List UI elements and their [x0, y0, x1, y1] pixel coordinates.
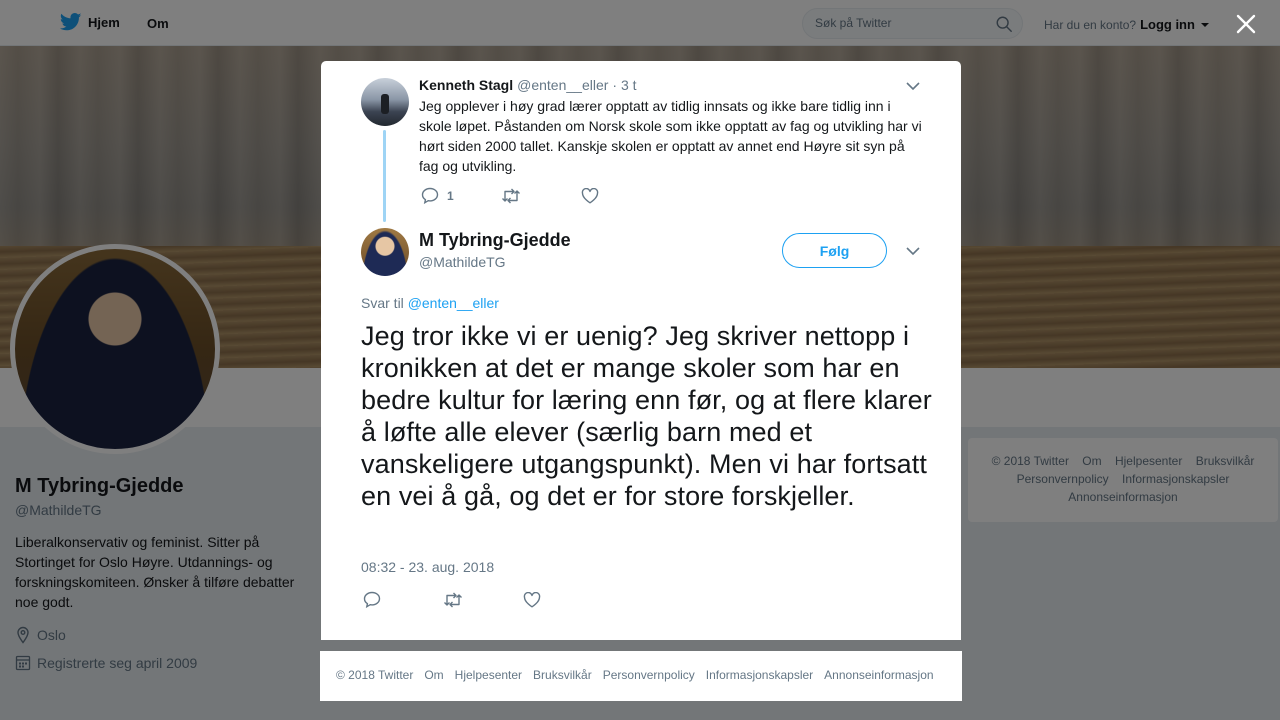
- retweet-button[interactable]: [501, 188, 581, 204]
- main-tweet-avatar[interactable]: [361, 228, 409, 276]
- like-button[interactable]: [581, 187, 599, 204]
- footer-copyright: © 2018 Twitter: [336, 668, 414, 682]
- parent-tweet-author[interactable]: Kenneth Stagl: [419, 77, 513, 93]
- follow-button[interactable]: Følg: [782, 233, 887, 268]
- tweet-timestamp[interactable]: 08:32 - 23. aug. 2018: [361, 559, 494, 575]
- footer-link[interactable]: Om: [424, 668, 443, 684]
- reply-context: Svar til @enten__eller: [361, 295, 499, 311]
- main-tweet-handle[interactable]: @MathildeTG: [419, 254, 506, 270]
- parent-tweet-header: Kenneth Stagl @enten__eller · 3 t: [419, 77, 637, 93]
- retweet-icon: [444, 592, 462, 607]
- chevron-down-icon[interactable]: [906, 246, 920, 256]
- reply-count: 1: [447, 188, 454, 203]
- retweet-button[interactable]: [443, 592, 523, 608]
- modal-footer: © 2018 Twitter Om Hjelpesenter Bruksvilk…: [320, 651, 962, 701]
- retweet-icon: [502, 188, 520, 203]
- parent-tweet-avatar[interactable]: [361, 78, 409, 126]
- parent-tweet-time[interactable]: · 3 t: [612, 77, 636, 93]
- footer-link[interactable]: Hjelpesenter: [455, 668, 522, 684]
- chevron-down-icon[interactable]: [906, 81, 920, 91]
- parent-tweet-text: Jeg opplever i høy grad lærer opptatt av…: [419, 98, 922, 174]
- reply-icon: [363, 591, 381, 608]
- parent-tweet-handle[interactable]: @enten__eller: [517, 77, 608, 93]
- reply-icon: [421, 187, 439, 204]
- thread-connector: [383, 130, 386, 222]
- tweet-modal: Kenneth Stagl @enten__eller · 3 t Jeg op…: [321, 61, 961, 640]
- main-tweet-actions: [363, 591, 541, 608]
- main-tweet-author[interactable]: M Tybring-Gjedde: [419, 230, 571, 251]
- reply-button[interactable]: [363, 591, 443, 608]
- heart-icon: [581, 187, 599, 203]
- parent-tweet-actions: 1: [421, 187, 599, 204]
- footer-link[interactable]: Bruksvilkår: [533, 668, 592, 684]
- reply-to-link[interactable]: @enten__eller: [408, 295, 499, 311]
- reply-button[interactable]: 1: [421, 187, 501, 204]
- footer-link[interactable]: Annonseinformasjon: [824, 668, 933, 684]
- main-tweet-text: Jeg tror ikke vi er uenig? Jeg skriver n…: [361, 321, 932, 511]
- reply-prefix: Svar til: [361, 295, 404, 311]
- like-button[interactable]: [523, 591, 541, 608]
- footer-link[interactable]: Informasjonskapsler: [706, 668, 813, 684]
- footer-link[interactable]: Personvernpolicy: [603, 668, 695, 684]
- close-icon[interactable]: [1234, 12, 1258, 36]
- heart-icon: [523, 591, 541, 607]
